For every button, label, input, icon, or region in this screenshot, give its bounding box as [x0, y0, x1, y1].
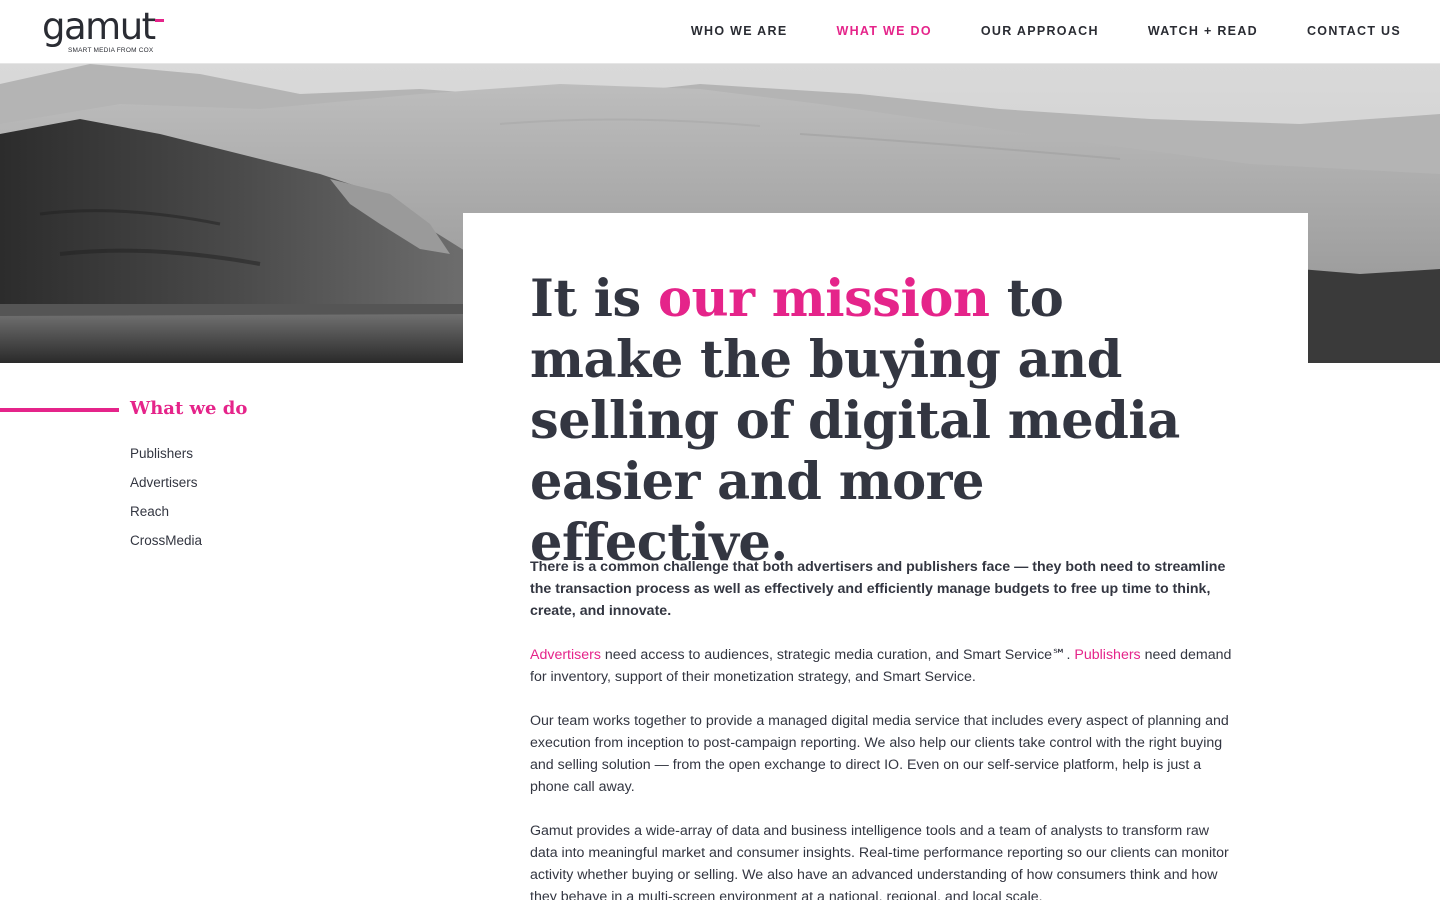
advertisers-link[interactable]: Advertisers — [530, 647, 601, 663]
mission-headline: It is our mission to make the buying and… — [530, 269, 1230, 574]
nav-watch-read[interactable]: WATCH + READ — [1148, 24, 1258, 38]
publishers-link[interactable]: Publishers — [1074, 647, 1140, 663]
team-paragraph: Our team works together to provide a man… — [530, 713, 1229, 795]
sidebar-accent-rule — [0, 408, 119, 412]
data-tools-paragraph: Gamut provides a wide-array of data and … — [530, 823, 1229, 900]
logo-wordmark: gamut — [42, 5, 156, 48]
sidebar-item-reach[interactable]: Reach — [130, 503, 202, 532]
headline-accent: our mission — [658, 269, 990, 329]
nav-what-we-do[interactable]: WHAT WE DO — [836, 24, 931, 38]
audience-paragraph: Advertisers need access to audiences, st… — [530, 644, 1238, 688]
nav-contact-us[interactable]: CONTACT US — [1307, 24, 1401, 38]
sidebar-title: What we do — [130, 398, 248, 419]
advertisers-text: need access to audiences, strategic medi… — [600, 647, 1075, 663]
logo-tagline: SMART MEDIA FROM COX — [68, 47, 154, 54]
gamut-logo[interactable]: gamut SMART MEDIA FROM COX — [42, 8, 172, 58]
sidebar-nav: Publishers Advertisers Reach CrossMedia — [130, 445, 202, 561]
nav-our-approach[interactable]: OUR APPROACH — [981, 24, 1099, 38]
headline-text-start: It is — [530, 269, 659, 329]
site-header: gamut SMART MEDIA FROM COX WHO WE ARE WH… — [0, 0, 1440, 64]
main-nav: WHO WE ARE WHAT WE DO OUR APPROACH WATCH… — [642, 24, 1401, 38]
body-copy: There is a common challenge that both ad… — [530, 556, 1238, 900]
sidebar-item-crossmedia[interactable]: CrossMedia — [130, 532, 202, 561]
logo-accent-mark — [155, 19, 164, 22]
content-card: It is our mission to make the buying and… — [463, 213, 1308, 900]
sidebar-item-publishers[interactable]: Publishers — [130, 445, 202, 474]
sidebar-item-advertisers[interactable]: Advertisers — [130, 474, 202, 503]
nav-who-we-are[interactable]: WHO WE ARE — [691, 24, 788, 38]
lead-paragraph: There is a common challenge that both ad… — [530, 559, 1226, 619]
